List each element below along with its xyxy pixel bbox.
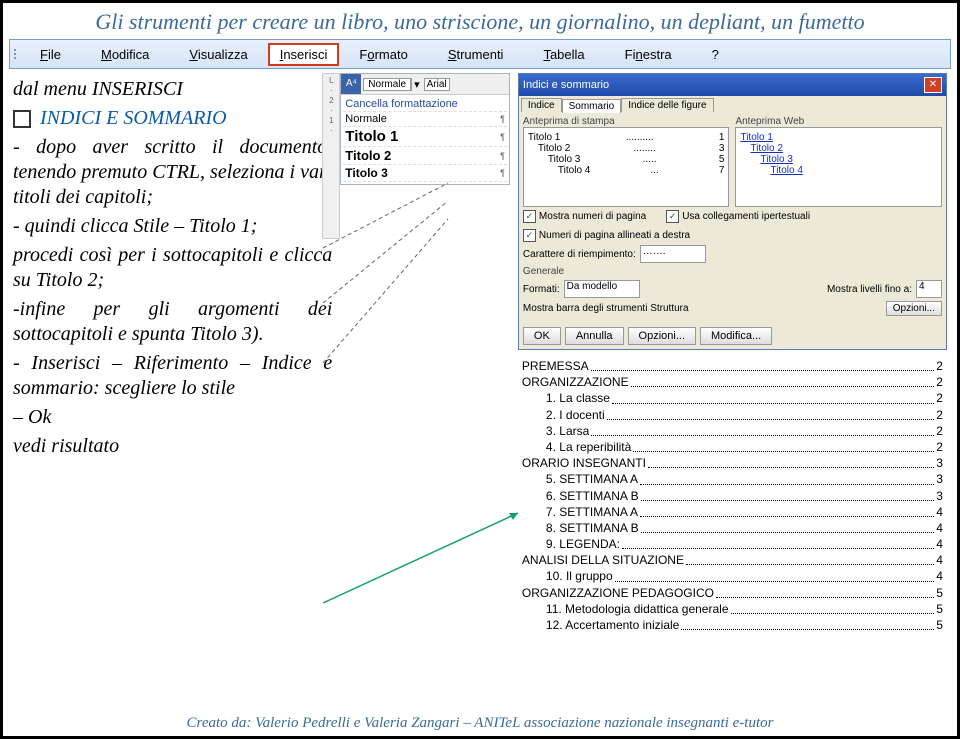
menu-file[interactable]: File (20, 47, 81, 62)
menu-help[interactable]: ? (692, 47, 739, 62)
style-selector[interactable]: Normale (363, 78, 411, 91)
toc-row: 4. La reperibilità2 (522, 439, 943, 455)
menu-inserisci[interactable]: Inserisci (268, 43, 340, 66)
btn-modifica[interactable]: Modifica... (700, 327, 772, 345)
toc-row: 9. LEGENDA:4 (522, 536, 943, 552)
toc-row: PREMESSA2 (522, 358, 943, 374)
toc-row: ORARIO INSEGNANTI3 (522, 455, 943, 471)
font-selector[interactable]: Arial (424, 78, 450, 91)
menu-modifica[interactable]: Modifica (81, 47, 169, 62)
dialog-title: Indici e sommario (523, 79, 609, 91)
style-titolo1[interactable]: Titolo 1¶ (343, 127, 507, 147)
menu-formato[interactable]: Formato (339, 47, 427, 62)
toc-row: 6. SETTIMANA B3 (522, 488, 943, 504)
menu-tabella[interactable]: Tabella (523, 47, 604, 62)
inp-livelli[interactable]: 4 (916, 280, 942, 298)
btn-opzioni[interactable]: Opzioni... (628, 327, 696, 345)
toc-row: 5. SETTIMANA A3 (522, 471, 943, 487)
toc-result: PREMESSA2ORGANIZZAZIONE21. La classe22. … (518, 354, 947, 637)
instruction-text: dal menu INSERISCI INDICI E SOMMARIO - d… (13, 73, 332, 637)
toc-row: ORGANIZZAZIONE2 (522, 374, 943, 390)
preview-web-box: Titolo 1 Titolo 2 Titolo 3 Titolo 4 (735, 127, 942, 207)
toc-row: 12. Accertamento iniziale5 (522, 617, 943, 633)
preview-print-box: Titolo 1..........1 Titolo 2........3 Ti… (523, 127, 730, 207)
toc-row: 3. Larsa2 (522, 423, 943, 439)
menu-visualizza[interactable]: Visualizza (169, 47, 267, 62)
indici-sommario-dialog: Indici e sommario ✕ Indice Sommario Indic… (518, 73, 947, 350)
inp-carattere[interactable]: ……. (640, 245, 706, 263)
chk-numeri[interactable]: ✓ (523, 210, 536, 223)
tab-sommario[interactable]: Sommario (562, 99, 622, 113)
tab-figure[interactable]: Indice delle figure (621, 98, 713, 112)
style-dropdown-icon[interactable]: ▾ (411, 78, 422, 91)
toc-row: ANALISI DELLA SITUAZIONE4 (522, 552, 943, 568)
close-icon[interactable]: ✕ (924, 77, 942, 93)
page-title: Gli strumenti per creare un libro, uno s… (3, 3, 957, 37)
tab-indice[interactable]: Indice (521, 98, 562, 112)
toc-row: 11. Metodologia didattica generale5 (522, 601, 943, 617)
page-footer: Creato da: Valerio Pedrelli e Valeria Za… (3, 715, 957, 732)
toc-row: 2. I docenti2 (522, 407, 943, 423)
toc-row: ORGANIZZAZIONE PEDAGOGICO5 (522, 585, 943, 601)
styles-panel: A⁴ Normale ▾ Arial Cancella formattazion… (340, 73, 510, 185)
style-cancel[interactable]: Cancella formattazione (343, 97, 507, 112)
toc-row: 8. SETTIMANA B4 (522, 520, 943, 536)
btn-ok[interactable]: OK (523, 327, 561, 345)
inp-formati[interactable]: Da modello (564, 280, 640, 298)
styles-icon[interactable]: A⁴ (341, 74, 361, 94)
btn-opzioni-struttura[interactable]: Opzioni... (886, 301, 942, 316)
chk-collegamenti[interactable]: ✓ (666, 210, 679, 223)
menubar-grip[interactable] (10, 49, 20, 59)
vertical-ruler: L·2·1· (322, 73, 340, 239)
style-titolo3[interactable]: Titolo 3¶ (343, 165, 507, 182)
chk-allineati[interactable]: ✓ (523, 229, 536, 242)
menubar: File Modifica Visualizza Inserisci Forma… (9, 39, 951, 69)
preview-print-label: Anteprima di stampa (523, 116, 730, 127)
toc-row: 1. La classe2 (522, 390, 943, 406)
menu-strumenti[interactable]: Strumenti (428, 47, 524, 62)
style-normale[interactable]: Normale¶ (343, 112, 507, 127)
btn-annulla[interactable]: Annulla (565, 327, 624, 345)
toc-row: 7. SETTIMANA A4 (522, 504, 943, 520)
menu-finestra[interactable]: Finestra (605, 47, 692, 62)
style-titolo2[interactable]: Titolo 2¶ (343, 147, 507, 165)
preview-web-label: Anteprima Web (735, 116, 942, 127)
toc-row: 10. Il gruppo4 (522, 568, 943, 584)
